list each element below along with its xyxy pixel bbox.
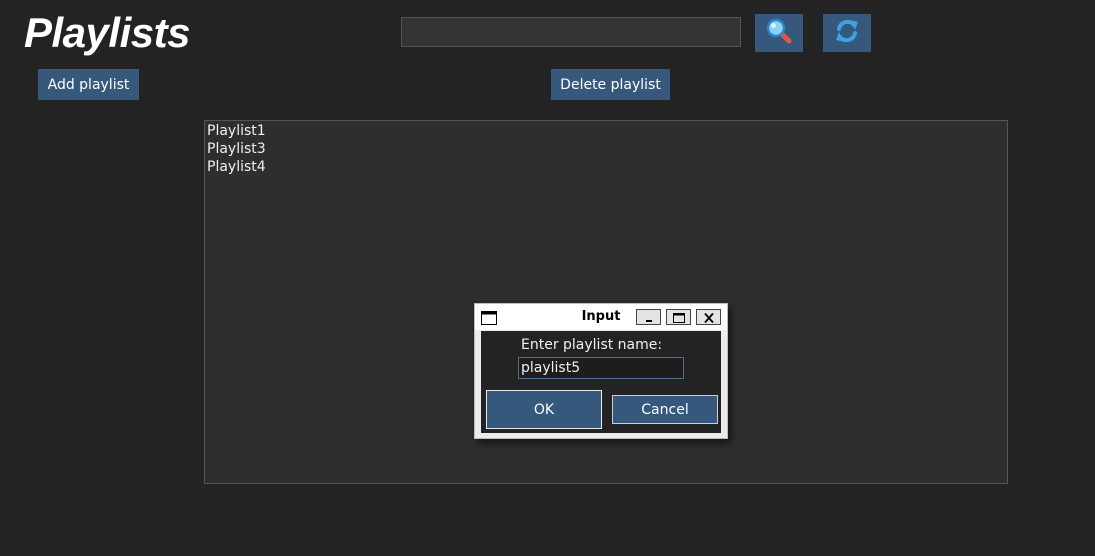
refresh-button[interactable] [823,14,871,52]
maximize-button[interactable] [666,309,691,325]
search-input[interactable] [401,17,741,47]
close-icon [703,308,715,327]
playlists-window: Playlists Add playlist Delete playlist P… [0,0,1095,556]
list-item[interactable]: Playlist1 [206,122,266,140]
cancel-button[interactable]: Cancel [612,395,718,424]
delete-playlist-button[interactable]: Delete playlist [551,69,670,100]
page-title: Playlists [24,9,190,56]
playlist-name-input[interactable] [518,357,684,379]
input-dialog: Input Enter playlist name: playlist5 OK … [474,303,728,439]
list-item[interactable]: Playlist3 [206,140,266,158]
maximize-icon [672,308,686,327]
dialog-body: Enter playlist name: OK Cancel [481,331,721,433]
minimize-icon [643,308,655,327]
add-playlist-button[interactable]: Add playlist [38,69,139,100]
minimize-button[interactable] [636,309,661,325]
refresh-icon [834,18,860,48]
prompt-label: Enter playlist name: [521,337,663,353]
close-button[interactable] [696,309,721,325]
dialog-titlebar[interactable]: Input [475,304,727,330]
ok-button[interactable]: OK [486,390,602,429]
search-button[interactable] [755,14,803,52]
magnifier-icon [766,18,792,48]
list-item[interactable]: Playlist4 [206,158,266,176]
window-icon [481,310,497,329]
